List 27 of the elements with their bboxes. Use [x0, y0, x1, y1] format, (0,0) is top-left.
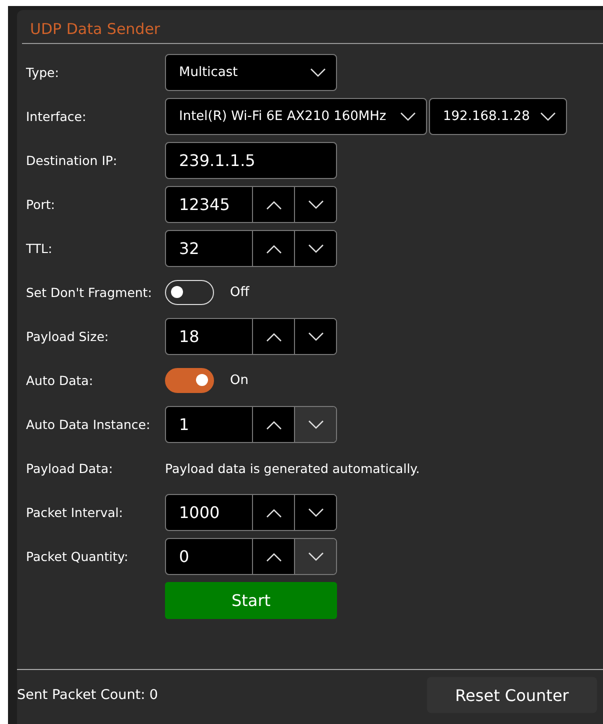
chevron-down-icon [400, 112, 416, 122]
field-label: Auto Data: [26, 373, 94, 388]
field-label: Packet Interval: [26, 505, 124, 520]
field-label: Packet Quantity: [26, 549, 130, 564]
sent-packet-count: Sent Packet Count: 0 [17, 687, 158, 703]
toggle-switch[interactable] [165, 368, 214, 393]
field-label: Type: [26, 65, 60, 80]
toggle-state: On [230, 373, 248, 388]
field-label: Port: [26, 197, 56, 212]
field-label: Payload Data: [26, 461, 114, 476]
chevron-down-icon [310, 68, 326, 78]
chevron-down-icon [540, 112, 556, 122]
field-label: Auto Data Instance: [26, 417, 152, 432]
field-label: Destination IP: [26, 153, 118, 168]
field-label: Set Don't Fragment: [26, 285, 153, 300]
start-button[interactable]: Start [165, 582, 337, 619]
info-text: Payload data is generated automatically. [165, 461, 420, 476]
field-label: Interface: [26, 109, 88, 124]
field-label: Payload Size: [26, 329, 110, 344]
reset-counter-button[interactable]: Reset Counter [427, 677, 597, 713]
dropdown[interactable]: Multicast [165, 54, 337, 91]
dropdown[interactable]: 192.168.1.28 [429, 98, 567, 135]
field-label: TTL: [26, 241, 54, 256]
toggle-state: Off [230, 285, 250, 300]
text-field[interactable]: 239.1.1.5 [165, 142, 337, 179]
panel-title: UDP Data Sender [22, 10, 603, 44]
dropdown[interactable]: Intel(R) Wi-Fi 6E AX210 160MHz [165, 98, 427, 135]
